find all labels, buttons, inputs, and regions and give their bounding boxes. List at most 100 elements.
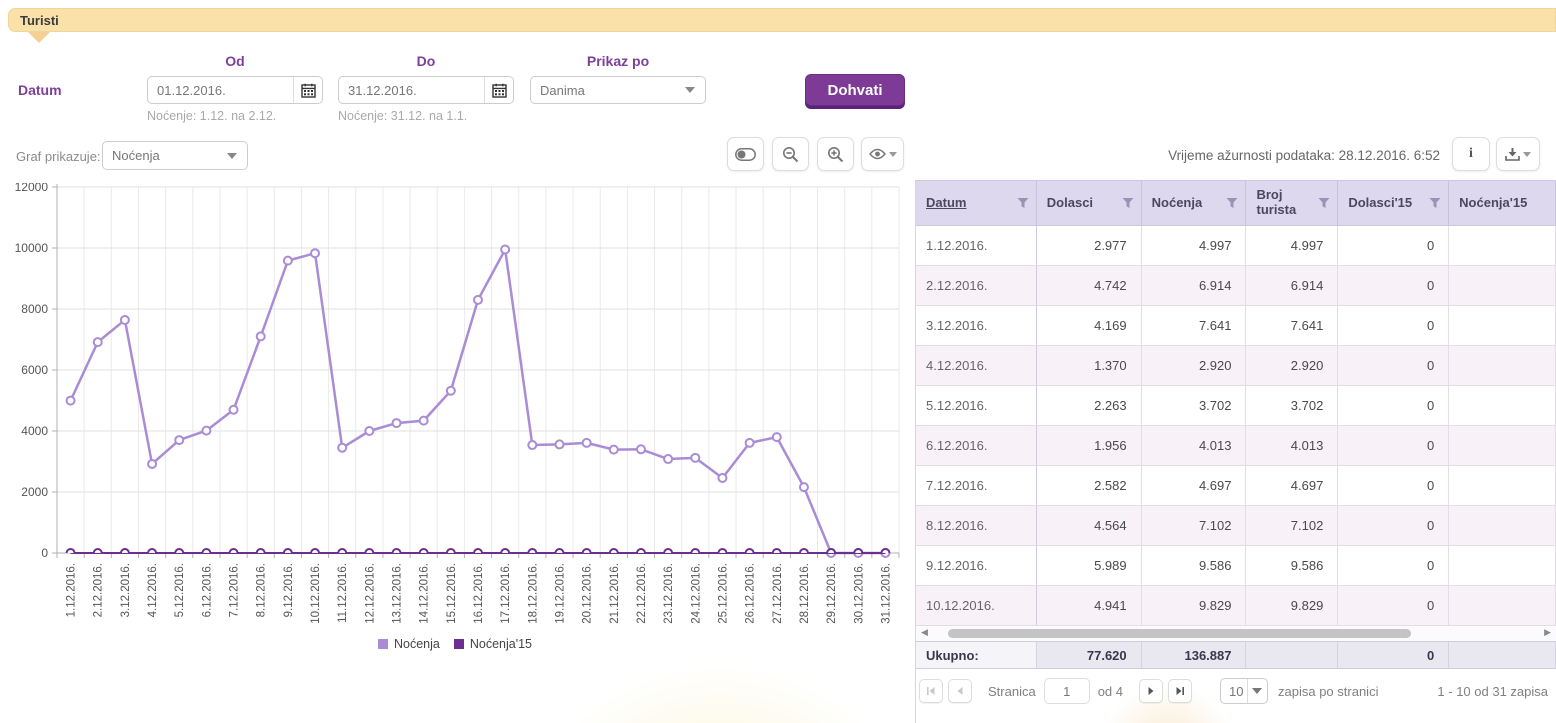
table-row[interactable]: 4.12.2016.1.3702.9202.9200 [916, 346, 1556, 386]
svg-text:20.12.2016.: 20.12.2016. [582, 563, 594, 624]
scrollbar-thumb[interactable] [948, 629, 1411, 638]
cell-broj-turista: 4.997 [1246, 226, 1338, 265]
page-number-input[interactable] [1044, 678, 1090, 704]
cell-datum: 3.12.2016. [916, 306, 1037, 345]
scroll-right-icon[interactable]: ▶ [1544, 627, 1551, 638]
column-header-no-enja-15[interactable]: Noćenja'15 [1449, 181, 1556, 225]
prikaz-po-select[interactable]: Danima [530, 76, 706, 104]
cell-no-enja-15 [1449, 226, 1556, 265]
date-to-value[interactable]: 31.12.2016. [339, 83, 484, 98]
footer-cell-no-enja: 136.887 [1142, 642, 1247, 668]
do-hint: Noćenje: 31.12. na 1.1. [338, 109, 467, 123]
prikaz-po-value: Danima [531, 83, 685, 98]
cell-no-enja: 7.102 [1142, 506, 1247, 545]
svg-text:10.12.2016.: 10.12.2016. [310, 563, 322, 624]
table-row[interactable]: 2.12.2016.4.7426.9146.9140 [916, 266, 1556, 306]
table-row[interactable]: 5.12.2016.2.2633.7023.7020 [916, 386, 1556, 426]
next-page-button[interactable] [1139, 679, 1163, 703]
calendar-icon [492, 83, 507, 98]
svg-text:16.12.2016.: 16.12.2016. [473, 563, 485, 624]
dohvati-button[interactable]: Dohvati [805, 74, 905, 106]
table-row[interactable]: 8.12.2016.4.5647.1027.1020 [916, 506, 1556, 546]
filter-icon[interactable] [1122, 197, 1134, 209]
column-header-broj-turista[interactable]: Broj turista [1246, 181, 1338, 225]
svg-text:4000: 4000 [21, 424, 48, 438]
export-button[interactable] [1496, 137, 1540, 171]
cell-no-enja-15 [1449, 466, 1556, 505]
svg-text:22.12.2016.: 22.12.2016. [636, 563, 648, 624]
zoom-out-button[interactable] [772, 137, 809, 171]
cell-datum: 1.12.2016. [916, 226, 1037, 265]
column-header-datum[interactable]: Datum [916, 181, 1037, 225]
svg-text:15.12.2016.: 15.12.2016. [446, 563, 458, 624]
svg-text:19.12.2016.: 19.12.2016. [554, 563, 566, 624]
do-label: Do [338, 53, 514, 69]
date-from-field[interactable]: 01.12.2016. [147, 76, 323, 104]
last-page-icon [1175, 686, 1185, 696]
legend-label: Noćenja [394, 637, 440, 651]
cell-dolasci: 4.169 [1037, 306, 1142, 345]
cell-broj-turista: 9.586 [1246, 546, 1338, 585]
table-row[interactable]: 10.12.2016.4.9419.8299.8290 [916, 586, 1556, 626]
table-row[interactable]: 3.12.2016.4.1697.6417.6410 [916, 306, 1556, 346]
info-button[interactable]: i [1452, 137, 1490, 171]
scroll-left-icon[interactable]: ◀ [921, 627, 928, 638]
legend-item[interactable]: Noćenja'15 [454, 637, 532, 651]
cell-datum: 10.12.2016. [916, 586, 1037, 625]
cell-no-enja-15 [1449, 386, 1556, 425]
date-from-value[interactable]: 01.12.2016. [148, 83, 293, 98]
cell-no-enja: 2.920 [1142, 346, 1247, 385]
horizontal-scrollbar[interactable]: ◀ ▶ [916, 626, 1556, 641]
last-page-button[interactable] [1168, 679, 1192, 703]
calendar-button[interactable] [293, 77, 322, 103]
cell-no-enja-15 [1449, 266, 1556, 305]
per-page-label: zapisa po stranici [1278, 684, 1378, 699]
data-updated-text: Vrijeme ažurnosti podataka: 28.12.2016. … [1168, 148, 1440, 163]
svg-text:31.12.2016.: 31.12.2016. [880, 563, 892, 624]
table-row[interactable]: 9.12.2016.5.9899.5869.5860 [916, 546, 1556, 586]
calendar-icon [301, 83, 316, 98]
cell-dolasci: 2.977 [1037, 226, 1142, 265]
filter-icon[interactable] [1017, 197, 1029, 209]
table-row[interactable]: 6.12.2016.1.9564.0134.0130 [916, 426, 1556, 466]
footer-cell-dolasci: 77.620 [1037, 642, 1142, 668]
page-size-select[interactable]: 10 [1220, 678, 1268, 704]
table-row[interactable]: 1.12.2016.2.9774.9974.9970 [916, 226, 1556, 266]
series-visibility-button[interactable] [861, 137, 904, 171]
column-header-dolasci-15[interactable]: Dolasci'15 [1338, 181, 1449, 225]
prev-page-button[interactable] [948, 679, 972, 703]
legend-label: Noćenja'15 [470, 637, 532, 651]
cell-no-enja-15 [1449, 346, 1556, 385]
toggle-button[interactable] [727, 137, 764, 171]
cell-no-enja-15 [1449, 306, 1556, 345]
tab-turisti[interactable]: Turisti [20, 13, 59, 28]
filter-icon[interactable] [1226, 197, 1238, 209]
svg-text:2000: 2000 [21, 485, 48, 499]
calendar-button[interactable] [484, 77, 513, 103]
svg-text:12000: 12000 [15, 183, 49, 194]
footer-cell-dolasci-15: 0 [1338, 642, 1449, 668]
legend-item[interactable]: Noćenja [378, 637, 440, 651]
zoom-out-icon [782, 146, 799, 163]
footer-cell-broj-turista [1246, 642, 1338, 668]
column-header-no-enja[interactable]: Noćenja [1142, 181, 1247, 225]
legend-swatch [454, 639, 464, 649]
filter-icon[interactable] [1318, 197, 1330, 209]
table-row[interactable]: 7.12.2016.2.5824.6974.6970 [916, 466, 1556, 506]
svg-text:27.12.2016.: 27.12.2016. [772, 563, 784, 624]
date-to-field[interactable]: 31.12.2016. [338, 76, 514, 104]
svg-text:18.12.2016.: 18.12.2016. [527, 563, 539, 624]
cell-no-enja: 3.702 [1142, 386, 1247, 425]
graf-prikazuje-select[interactable]: Noćenja [102, 141, 248, 170]
cell-dolasci-15: 0 [1338, 386, 1449, 425]
first-page-button[interactable] [919, 679, 943, 703]
zoom-in-button[interactable] [817, 137, 854, 171]
graf-prikazuje-value: Noćenja [103, 148, 227, 163]
svg-text:23.12.2016.: 23.12.2016. [663, 563, 675, 624]
filter-icon[interactable] [1429, 197, 1441, 209]
column-header-dolasci[interactable]: Dolasci [1037, 181, 1142, 225]
od-hint: Noćenje: 1.12. na 2.12. [147, 109, 276, 123]
svg-text:25.12.2016.: 25.12.2016. [717, 563, 729, 624]
cell-datum: 2.12.2016. [916, 266, 1037, 305]
cell-broj-turista: 4.697 [1246, 466, 1338, 505]
